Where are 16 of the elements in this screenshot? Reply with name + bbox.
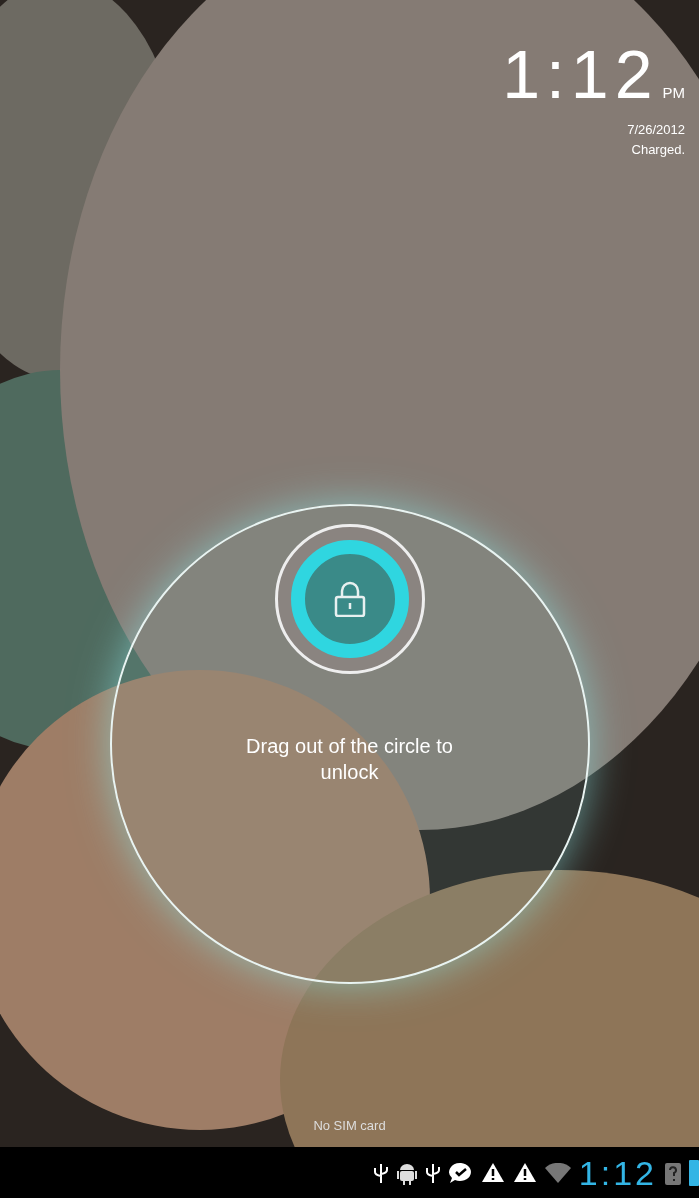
warning-icon bbox=[512, 1162, 537, 1183]
status-time: 1:12 bbox=[578, 1155, 657, 1190]
battery-icon bbox=[689, 1159, 699, 1186]
warning-icon bbox=[480, 1162, 505, 1183]
battery-status-text: Charged. bbox=[631, 140, 685, 159]
usb-icon bbox=[424, 1161, 441, 1184]
chat-bubble-check-icon bbox=[448, 1161, 473, 1184]
usb-icon bbox=[372, 1161, 389, 1184]
padlock-icon bbox=[332, 581, 367, 617]
date-text: 7/26/2012 bbox=[627, 121, 685, 139]
unknown-battery-icon bbox=[665, 1160, 681, 1185]
clock-ampm: PM bbox=[662, 82, 685, 103]
clock-time: 1:12 bbox=[502, 40, 659, 108]
carrier-text: No SIM card bbox=[313, 1116, 386, 1135]
wifi-icon bbox=[544, 1162, 571, 1183]
unlock-hint: Drag out of the circle to unlock bbox=[245, 734, 454, 785]
